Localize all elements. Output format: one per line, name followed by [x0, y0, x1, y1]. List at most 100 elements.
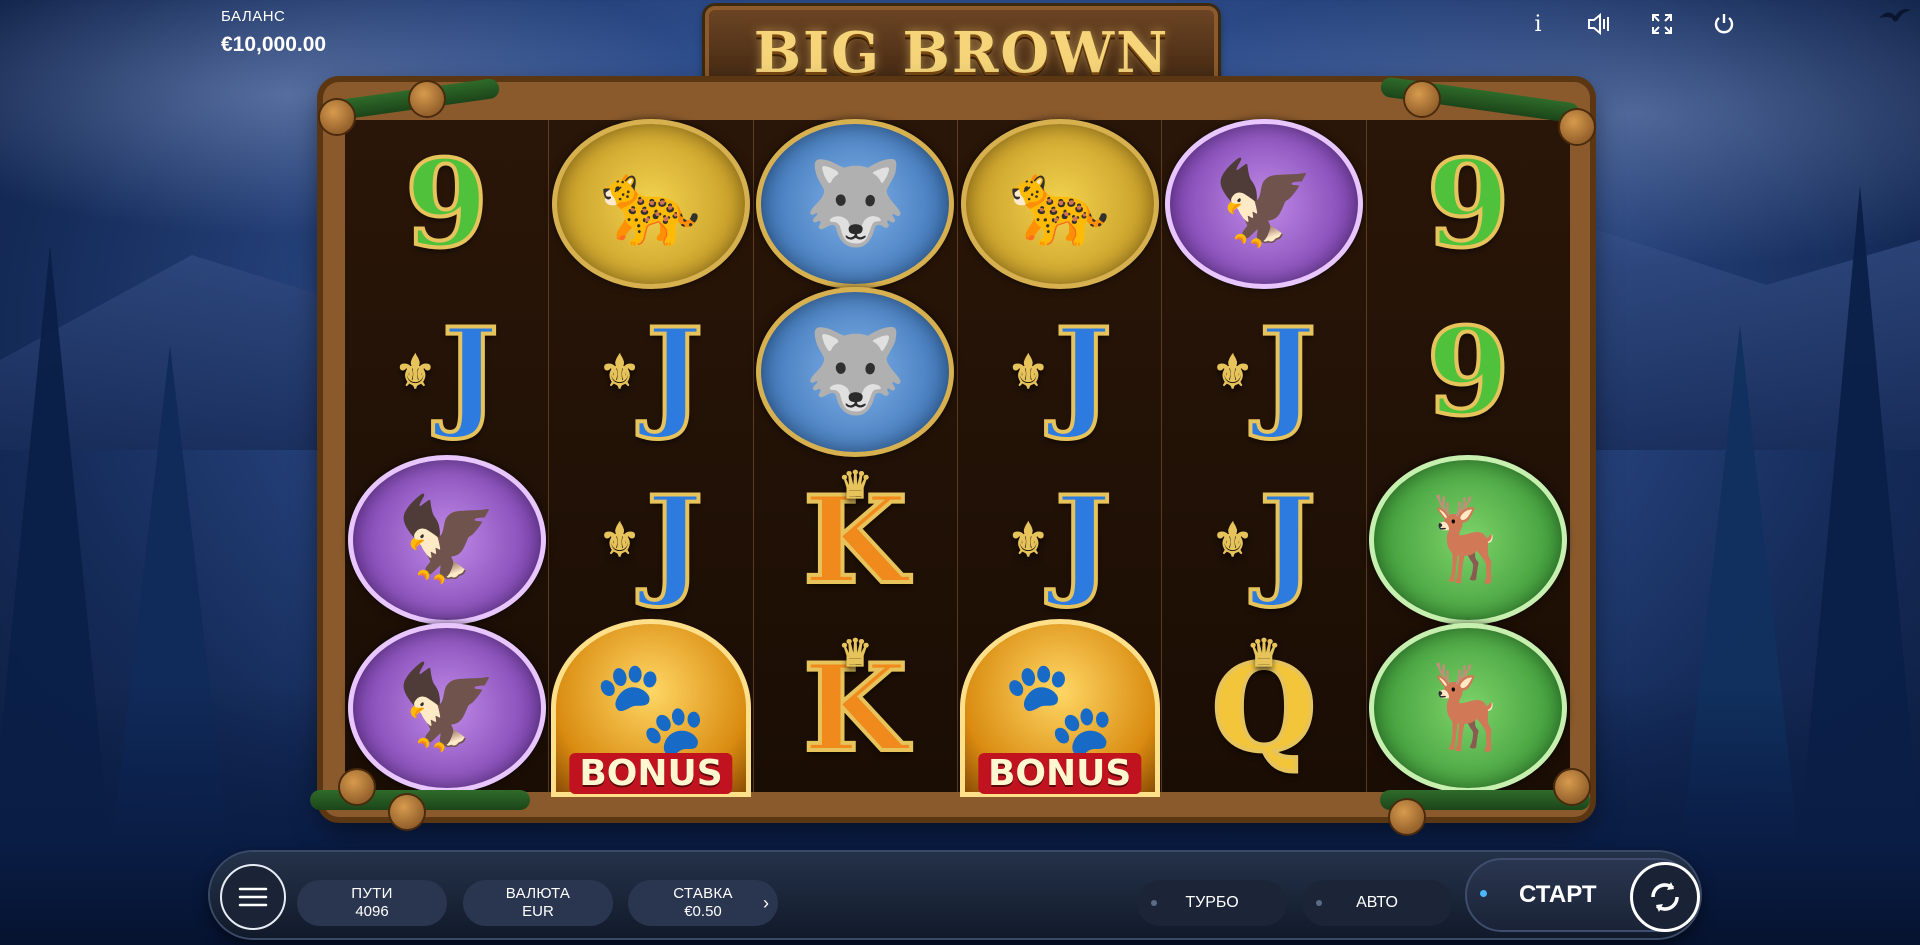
logo-text: BIG BROWN	[753, 20, 1170, 86]
symbol-cell: 🦅	[1162, 119, 1365, 289]
bonus-label: BONUS	[569, 753, 733, 794]
reel-1: 9 ⚜ J 🦅 🦅	[345, 120, 550, 793]
eagle-symbol: 🦅	[1164, 119, 1363, 289]
symbol-cell: 9	[1367, 120, 1570, 288]
bonus-label: BONUS	[977, 753, 1142, 794]
pinecone-decoration	[1555, 770, 1589, 804]
j-symbol: ⚜ J	[1007, 468, 1114, 613]
symbol-cell: ⚜ J	[549, 456, 752, 624]
reel-5: 🦅 ⚜ J ⚜ J ♛ Q	[1162, 119, 1367, 792]
auto-toggle[interactable]: АВТО	[1302, 880, 1452, 926]
symbol-cell: ⚜ J	[549, 288, 752, 456]
deer-symbol: 🦌	[1369, 455, 1568, 625]
spin-button[interactable]	[1630, 862, 1700, 932]
j-symbol: ⚜ J	[598, 468, 705, 613]
symbol-cell: 🐆	[958, 119, 1161, 289]
symbol-letter: J	[1053, 468, 1114, 613]
symbol-letter: 9	[403, 132, 490, 277]
pinecone-decoration	[410, 82, 444, 116]
symbol-cell: 9	[345, 120, 548, 288]
start-label: СТАРТ	[1519, 881, 1597, 908]
symbol-cell: 🦌	[1367, 455, 1570, 625]
k-symbol: ♛ K	[801, 462, 909, 613]
symbol-letter: J	[1257, 300, 1318, 445]
symbol-cell: ⚜ J	[1162, 288, 1365, 456]
fleur-de-lis-icon: ⚜	[1211, 345, 1254, 399]
balance-value: €10,000.00	[221, 33, 327, 56]
paw-icon: 🐾	[1002, 656, 1117, 759]
ways-label: ПУТИ	[351, 885, 393, 902]
pinecone-decoration	[320, 100, 354, 134]
chevron-right-icon[interactable]: ›	[763, 893, 769, 914]
nine-symbol: 9	[403, 132, 490, 277]
currency-selector[interactable]: ВАЛЮТА EUR	[463, 880, 613, 926]
eagle-symbol: 🦅	[347, 623, 546, 793]
symbol-cell: 🐺	[754, 287, 957, 457]
currency-label: ВАЛЮТА	[505, 885, 571, 902]
symbol-cell: 9	[1367, 288, 1570, 456]
cougar-symbol: 🐆	[551, 119, 750, 289]
fleur-de-lis-icon: ⚜	[598, 513, 641, 567]
q-symbol: ♛ Q	[1210, 630, 1319, 781]
sound-icon[interactable]	[1584, 8, 1616, 40]
crown-icon: ♛	[838, 461, 873, 507]
j-symbol: ⚜ J	[394, 300, 501, 445]
reel-grid: 9 ⚜ J 🦅 🦅 🐆 ⚜ J ⚜ J 🐾 BONUS 🐺 🐺 ♛ K ♛ K 🐆 ⚜ J ⚜ J 🐾 BONUS 🦅 ⚜ J ⚜ J ♛ Q…	[345, 119, 1570, 797]
symbol-cell: 🐆	[549, 119, 752, 289]
ways-display[interactable]: ПУТИ 4096	[297, 880, 447, 926]
symbol-letter: J	[644, 468, 705, 613]
pinecone-decoration	[390, 795, 424, 829]
hamburger-icon	[238, 887, 268, 907]
symbol-cell: ⚜ J	[1162, 456, 1365, 624]
symbol-letter: 9	[1425, 300, 1512, 445]
menu-button[interactable]	[220, 864, 286, 930]
k-symbol: ♛ K	[801, 630, 909, 781]
symbol-letter: J	[440, 300, 501, 445]
symbol-cell: ♛ K	[754, 456, 957, 624]
fleur-de-lis-icon: ⚜	[1211, 513, 1254, 567]
reel-3: 🐺 🐺 ♛ K ♛ K	[754, 119, 958, 792]
deer-symbol: 🦌	[1369, 623, 1568, 793]
symbol-letter: 9	[1425, 132, 1512, 277]
symbol-letter: J	[1053, 300, 1114, 445]
cougar-symbol: 🐆	[960, 119, 1159, 289]
nine-symbol: 9	[1425, 132, 1512, 277]
symbol-cell: 🦌	[1367, 623, 1570, 793]
bet-selector[interactable]: СТАВКА €0.50	[628, 880, 778, 926]
turbo-toggle[interactable]: ТУРБО	[1137, 880, 1287, 926]
auto-label: АВТО	[1356, 894, 1398, 911]
symbol-letter: J	[1257, 468, 1318, 613]
balance-label: БАЛАНС	[221, 8, 286, 25]
currency-value: EUR	[522, 903, 554, 920]
symbol-cell: ⚜ J	[958, 456, 1161, 624]
fleur-de-lis-icon: ⚜	[394, 345, 436, 399]
power-icon[interactable]	[1708, 8, 1740, 40]
start-indicator	[1480, 890, 1487, 897]
j-symbol: ⚜ J	[599, 300, 705, 445]
auto-indicator	[1316, 900, 1322, 906]
pinecone-decoration	[340, 770, 374, 804]
symbol-cell: ♛ Q	[1162, 624, 1365, 792]
fleur-de-lis-icon: ⚜	[1007, 513, 1049, 567]
symbol-cell: 🦅	[345, 623, 548, 793]
symbol-cell: ⚜ J	[958, 288, 1161, 456]
bet-value: €0.50	[684, 903, 722, 920]
fullscreen-icon[interactable]	[1646, 8, 1678, 40]
eagle-symbol: 🦅	[347, 455, 546, 625]
turbo-indicator	[1151, 900, 1157, 906]
symbol-cell: 🐺	[754, 119, 957, 289]
reel-6: 9 9 🦌 🦌	[1367, 120, 1570, 793]
crown-icon: ♛	[1246, 629, 1282, 675]
symbol-cell: 🦅	[345, 455, 548, 625]
j-symbol: ⚜ J	[1211, 468, 1318, 613]
nine-symbol: 9	[1425, 300, 1512, 445]
reel-2: 🐆 ⚜ J ⚜ J 🐾 BONUS	[549, 119, 754, 797]
info-icon[interactable]: i	[1522, 8, 1554, 40]
pinecone-decoration	[1405, 82, 1439, 116]
pinecone-decoration	[1560, 110, 1594, 144]
spin-icon	[1651, 882, 1679, 912]
j-symbol: ⚜ J	[1008, 300, 1114, 445]
bird-icon	[1878, 6, 1912, 33]
symbol-cell: ⚜ J	[345, 288, 548, 456]
top-toolbar: i	[1522, 8, 1740, 40]
